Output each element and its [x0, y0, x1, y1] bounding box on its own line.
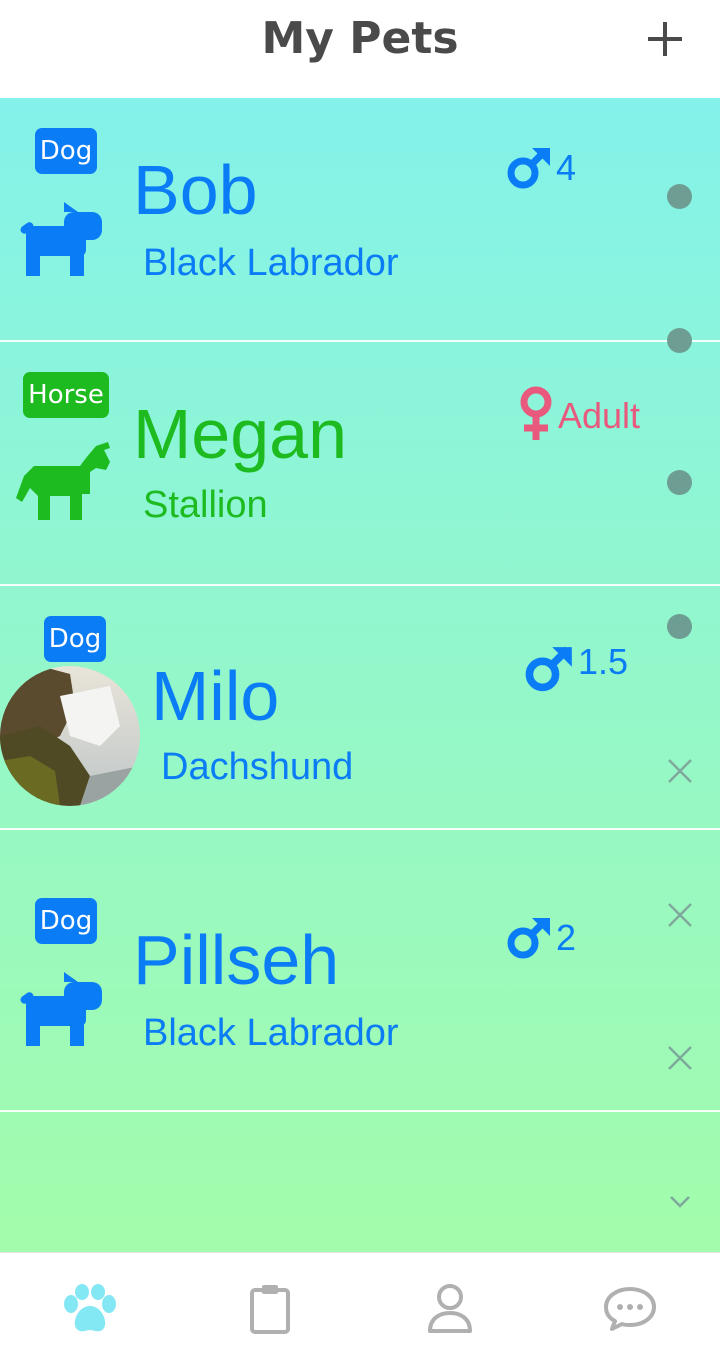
chevron-down-icon[interactable] [669, 1195, 691, 1209]
pet-type-badge: Dog [44, 616, 106, 662]
paw-icon [64, 1284, 116, 1332]
pet-card[interactable]: Dog Pillseh Black Labrador 2 [0, 868, 720, 1112]
page-title: My Pets [261, 13, 459, 64]
horse-icon [16, 442, 110, 520]
close-icon[interactable] [667, 902, 693, 928]
tab-pets[interactable] [0, 1253, 180, 1365]
indicator-dot [667, 614, 692, 639]
app-header: My Pets [0, 0, 720, 99]
pet-breed: Black Labrador [143, 1012, 399, 1054]
pet-card[interactable]: Horse Megan Stallion Adult [0, 342, 720, 586]
pet-type-badge: Dog [35, 898, 97, 944]
tab-profile[interactable] [360, 1253, 540, 1365]
pet-breed: Stallion [143, 484, 268, 526]
indicator-dot [667, 470, 692, 495]
pet-name: Milo [151, 657, 280, 735]
tab-messages[interactable] [540, 1253, 720, 1365]
pet-breed: Dachshund [161, 746, 354, 788]
clipboard-icon [250, 1285, 290, 1334]
pet-age: 4 [556, 147, 577, 188]
pet-photo-avatar [0, 666, 140, 806]
male-icon [506, 148, 552, 190]
pet-age: 2 [556, 917, 577, 958]
plus-icon[interactable] [644, 18, 686, 60]
female-icon [518, 386, 554, 440]
dog-icon [20, 202, 102, 276]
waterfall-photo [0, 666, 140, 806]
pet-name: Bob [133, 151, 258, 229]
pet-age: Adult [558, 395, 641, 436]
pet-list: Dog Bob Black Labrador 4 Horse Megan Sta… [0, 98, 720, 1252]
gender-age: Adult [518, 386, 640, 440]
close-icon[interactable] [667, 1045, 693, 1071]
gender-age: 4 [506, 148, 576, 190]
pet-type-badge: Dog [35, 128, 97, 174]
pet-card[interactable]: Dog Milo Dachshund 1.5 [0, 586, 720, 830]
pet-type-badge: Horse [23, 372, 109, 418]
chat-bubble-icon [604, 1287, 656, 1331]
gender-age: 1.5 [524, 642, 628, 698]
pet-card[interactable]: Dog Bob Black Labrador 4 [0, 98, 720, 342]
bottom-tab-bar [0, 1252, 720, 1365]
person-icon [428, 1284, 472, 1333]
pet-age: 1.5 [578, 641, 629, 682]
male-icon [506, 918, 552, 960]
close-icon[interactable] [667, 758, 693, 784]
indicator-dot [667, 328, 692, 353]
pet-name: Megan [133, 395, 348, 473]
gender-age: 2 [506, 918, 576, 960]
tab-records[interactable] [180, 1253, 360, 1365]
male-icon [524, 642, 574, 698]
indicator-dot [667, 184, 692, 209]
pet-breed: Black Labrador [143, 242, 399, 284]
pet-name: Pillseh [133, 921, 340, 999]
dog-icon [20, 972, 102, 1046]
